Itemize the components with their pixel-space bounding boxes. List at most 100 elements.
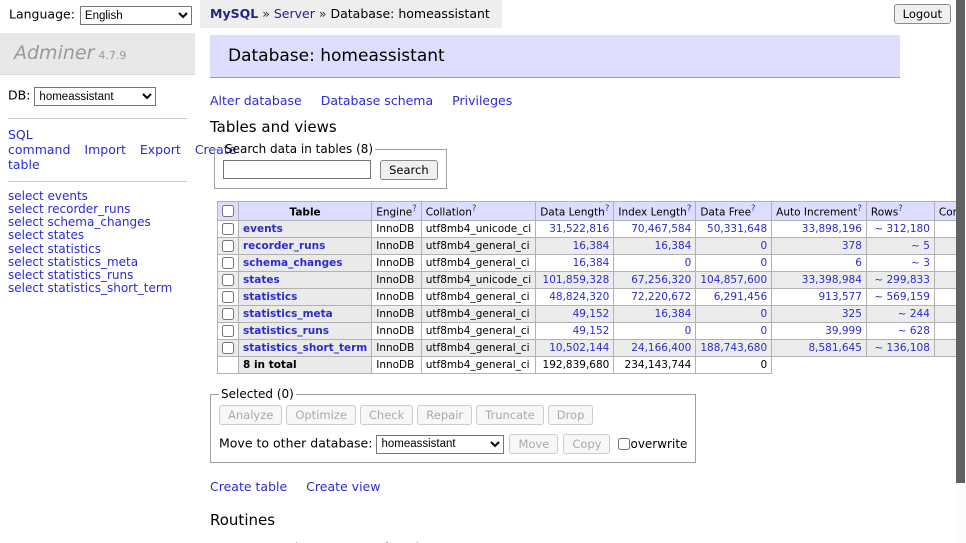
rows-count-link[interactable]: ~ 299,833 — [874, 274, 930, 286]
row-checkbox[interactable] — [222, 308, 234, 320]
row-checkbox[interactable] — [222, 325, 234, 337]
table-name-link[interactable]: schema_changes — [243, 257, 343, 269]
page-scrollbar[interactable] — [956, 0, 966, 543]
data-free-link[interactable]: 0 — [760, 240, 767, 252]
index-length-link[interactable]: 0 — [685, 257, 692, 269]
move-copy-button[interactable]: Copy — [563, 434, 610, 454]
data-free-link[interactable]: 0 — [760, 308, 767, 320]
auto-increment-link[interactable]: 378 — [842, 240, 862, 252]
scrollbar-thumb[interactable] — [956, 0, 965, 483]
data-free-link[interactable]: 50,331,648 — [707, 223, 767, 235]
index-length-link[interactable]: 72,220,672 — [631, 291, 691, 303]
auto-increment-link[interactable]: 325 — [842, 308, 862, 320]
data-length-link[interactable]: 49,152 — [573, 308, 610, 320]
selected-action-button[interactable]: Drop — [548, 405, 594, 425]
sidebar-action-link[interactable]: SQL command — [8, 127, 70, 157]
row-checkbox[interactable] — [222, 223, 234, 235]
column-help-link[interactable]: ? — [472, 204, 477, 214]
data-free-link[interactable]: 0 — [760, 257, 767, 269]
create-links: Create table Create view — [210, 479, 966, 494]
table-name-link[interactable]: statistics — [243, 291, 297, 303]
auto-increment-link[interactable]: 33,398,984 — [802, 274, 862, 286]
sidebar-action-link[interactable]: Import — [84, 142, 126, 157]
rows-count-link[interactable]: ~ 3 — [911, 257, 930, 269]
row-checkbox[interactable] — [222, 257, 234, 269]
data-free-link[interactable]: 188,743,680 — [700, 342, 767, 354]
table-name-link[interactable]: statistics_runs — [243, 325, 329, 337]
create-link[interactable]: Create table — [210, 479, 287, 494]
auto-increment-link[interactable]: 39,999 — [825, 325, 862, 337]
selected-action-button[interactable]: Optimize — [286, 405, 356, 425]
rows-count-link[interactable]: ~ 136,108 — [874, 342, 930, 354]
data-length-link[interactable]: 48,824,320 — [549, 291, 609, 303]
column-help-link[interactable]: ? — [605, 204, 610, 214]
row-checkbox[interactable] — [222, 291, 234, 303]
index-length-link[interactable]: 67,256,320 — [631, 274, 691, 286]
create-link[interactable]: Create view — [306, 479, 380, 494]
rows-count-link[interactable]: ~ 628 — [898, 325, 930, 337]
table-name-link[interactable]: states — [243, 274, 280, 286]
sidebar-table-link[interactable]: select statistics — [8, 243, 187, 256]
table-name-link[interactable]: statistics_meta — [243, 308, 333, 320]
data-length-link[interactable]: 101,859,328 — [543, 274, 610, 286]
rows-count-link[interactable]: ~ 312,180 — [874, 223, 930, 235]
column-help-link[interactable]: ? — [751, 204, 756, 214]
auto-increment-link[interactable]: 913,577 — [819, 291, 862, 303]
sidebar-table-link[interactable]: select states — [8, 229, 187, 242]
breadcrumb-link-mysql[interactable]: MySQL — [210, 6, 258, 21]
table-name-link[interactable]: events — [243, 223, 283, 235]
rows-count-cell: ~ 136,108 — [866, 340, 934, 357]
move-copy-button[interactable]: Move — [509, 434, 558, 454]
data-length-link[interactable]: 49,152 — [573, 325, 610, 337]
rows-count-link[interactable]: ~ 569,159 — [874, 291, 930, 303]
selected-action-button[interactable]: Check — [360, 405, 413, 425]
move-db-select[interactable]: homeassistant — [376, 435, 504, 454]
data-free-link[interactable]: 6,291,456 — [714, 291, 767, 303]
data-free-link[interactable]: 0 — [760, 325, 767, 337]
sidebar-table-link[interactable]: select statistics_short_term — [8, 282, 187, 295]
selected-action-button[interactable]: Analyze — [219, 405, 282, 425]
database-nav-link[interactable]: Privileges — [452, 93, 512, 108]
database-nav-link[interactable]: Database schema — [321, 93, 433, 108]
engine-cell: InnoDB — [372, 289, 422, 306]
column-help-link[interactable]: ? — [412, 204, 417, 214]
sidebar-table-link[interactable]: select statistics_meta — [8, 256, 187, 269]
total-collation-cell: utf8mb4_general_ci — [421, 357, 535, 374]
column-help-link[interactable]: ? — [898, 204, 903, 214]
data-length-link[interactable]: 31,522,816 — [549, 223, 609, 235]
row-checkbox[interactable] — [222, 274, 234, 286]
select-all-checkbox[interactable] — [222, 205, 234, 217]
index-length-link[interactable]: 0 — [685, 325, 692, 337]
search-legend: Search data in tables (8) — [223, 142, 375, 156]
search-input[interactable] — [223, 160, 371, 179]
rows-count-link[interactable]: ~ 5 — [911, 240, 930, 252]
selected-action-button[interactable]: Truncate — [476, 405, 544, 425]
data-length-link[interactable]: 16,384 — [573, 240, 610, 252]
column-help-link[interactable]: ? — [857, 204, 862, 214]
data-length-link[interactable]: 10,502,144 — [549, 342, 609, 354]
auto-increment-link[interactable]: 8,581,645 — [808, 342, 861, 354]
selected-action-button[interactable]: Repair — [417, 405, 472, 425]
table-name-link[interactable]: recorder_runs — [243, 240, 325, 252]
rows-count-link[interactable]: ~ 244 — [898, 308, 930, 320]
overwrite-checkbox[interactable] — [618, 438, 630, 450]
search-button[interactable]: Search — [380, 160, 438, 180]
data-free-link[interactable]: 104,857,600 — [700, 274, 767, 286]
index-length-link[interactable]: 16,384 — [655, 308, 692, 320]
language-select[interactable]: English — [80, 6, 192, 25]
row-checkbox[interactable] — [222, 342, 234, 354]
table-name-link[interactable]: statistics_short_term — [243, 342, 367, 354]
db-select[interactable]: homeassistant — [34, 87, 156, 106]
column-help-link[interactable]: ? — [687, 204, 692, 214]
index-length-link[interactable]: 70,467,584 — [631, 223, 691, 235]
index-length-link[interactable]: 16,384 — [655, 240, 692, 252]
auto-increment-link[interactable]: 33,898,196 — [802, 223, 862, 235]
row-checkbox[interactable] — [222, 240, 234, 252]
breadcrumb-link-server[interactable]: Server — [274, 6, 315, 21]
index-length-link[interactable]: 24,166,400 — [631, 342, 691, 354]
sidebar-action-link[interactable]: Export — [140, 142, 181, 157]
database-nav-link[interactable]: Alter database — [210, 93, 302, 108]
data-length-link[interactable]: 16,384 — [573, 257, 610, 269]
sidebar-table-link[interactable]: select statistics_runs — [8, 269, 187, 282]
auto-increment-link[interactable]: 6 — [855, 257, 862, 269]
